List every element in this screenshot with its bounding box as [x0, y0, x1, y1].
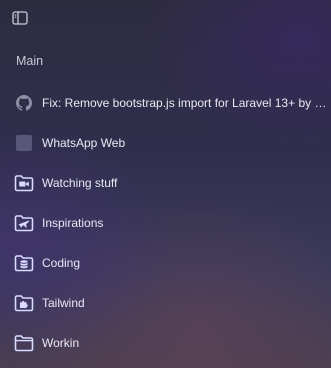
sidebar-item-watching-stuff[interactable]: Watching stuff: [14, 172, 331, 194]
sidebar-item-github-pr[interactable]: Fix: Remove bootstrap.js import for Lara…: [14, 92, 331, 114]
folder-puzzle-icon: [14, 293, 34, 313]
folder-database-icon: [14, 253, 34, 273]
sidebar-item-label: Inspirations: [42, 216, 104, 230]
sidebar-item-label: Fix: Remove bootstrap.js import for Lara…: [42, 96, 327, 110]
sidebar-item-label: WhatsApp Web: [42, 136, 126, 150]
whatsapp-favicon-placeholder: [14, 133, 34, 153]
sidebar-item-workin[interactable]: Workin: [14, 332, 331, 354]
sidebar-item-label: Coding: [42, 256, 81, 270]
sidebar-item-inspirations[interactable]: Inspirations: [14, 212, 331, 234]
sidebar-item-label: Tailwind: [42, 296, 85, 310]
github-icon: [14, 93, 34, 113]
sidebar-item-label: Workin: [42, 336, 80, 350]
folder-plane-icon: [14, 213, 34, 233]
section-title: Main: [16, 54, 44, 68]
folder-video-icon: [14, 173, 34, 193]
sidebar-item-whatsapp-web[interactable]: WhatsApp Web: [14, 132, 331, 154]
sidebar-toggle-icon: [12, 11, 28, 25]
sidebar-item-label: Watching stuff: [42, 176, 118, 190]
folder-icon: [14, 333, 34, 353]
sidebar-item-coding[interactable]: Coding: [14, 252, 331, 274]
sidebar-item-tailwind[interactable]: Tailwind: [14, 292, 331, 314]
sidebar-toggle-button[interactable]: [12, 11, 28, 26]
